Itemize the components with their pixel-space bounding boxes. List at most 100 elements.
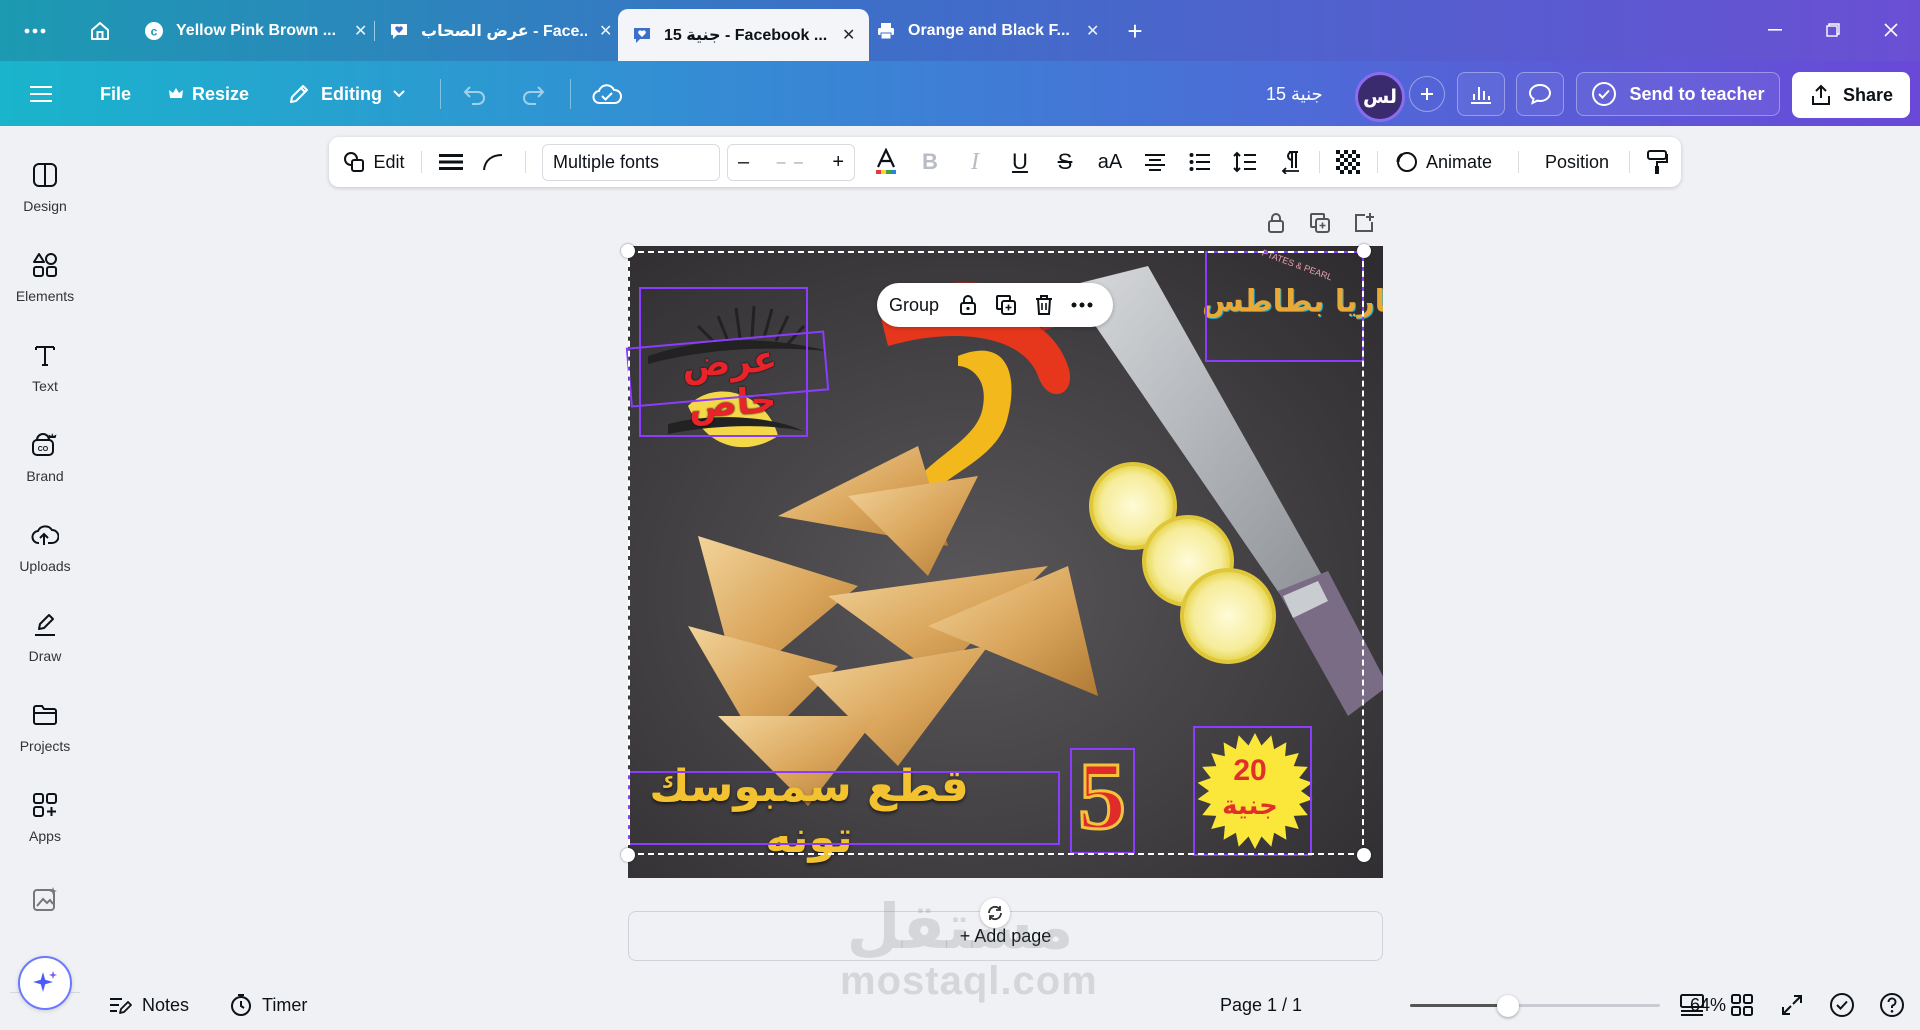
share-button[interactable]: Share	[1792, 72, 1910, 118]
rail-label: Text	[32, 378, 58, 394]
user-avatar[interactable]: لس	[1355, 72, 1405, 122]
edit-button[interactable]: Edit	[339, 137, 409, 187]
magic-media-icon[interactable]	[0, 876, 90, 916]
pencil-icon	[290, 85, 308, 103]
transparency-icon[interactable]	[1328, 137, 1368, 187]
resize-handle[interactable]	[621, 244, 635, 258]
rail-item-projects[interactable]: Projects	[0, 692, 90, 772]
design-icon	[30, 160, 60, 190]
restore-icon[interactable]	[1817, 14, 1849, 46]
rail-item-draw[interactable]: Draw	[0, 602, 90, 682]
zoom-slider[interactable]	[1410, 995, 1660, 1017]
line-spacing-icon[interactable]	[1225, 137, 1265, 187]
timer-button[interactable]: Timer	[230, 980, 307, 1030]
browser-tab-active[interactable]: 15 جنية - Facebook ... ✕	[618, 9, 870, 61]
align-center-icon[interactable]	[1135, 137, 1175, 187]
letter-case-icon[interactable]: aA	[1090, 137, 1130, 187]
font-size-value[interactable]: – –	[777, 154, 805, 172]
browser-tab[interactable]: Orange and Black F... ✕	[862, 9, 1113, 53]
font-size-stepper[interactable]: – – – +	[727, 144, 855, 181]
main-menu-icon[interactable]	[30, 73, 52, 115]
text-color-icon[interactable]	[866, 137, 906, 187]
trash-icon[interactable]	[1025, 283, 1063, 327]
lock-icon[interactable]	[949, 283, 987, 327]
tab-close-icon[interactable]: ✕	[354, 21, 367, 41]
comments-icon[interactable]	[1516, 72, 1564, 116]
selected-element-product-text[interactable]	[628, 771, 1060, 845]
add-collaborator-icon[interactable]	[1409, 76, 1445, 112]
tab-close-icon[interactable]: ✕	[1086, 21, 1099, 41]
resize-handle[interactable]	[1357, 244, 1371, 258]
rail-label: Design	[23, 198, 67, 214]
home-icon[interactable]	[83, 14, 117, 48]
resize-handle[interactable]	[621, 848, 635, 862]
document-title[interactable]: 15 جنية	[1266, 73, 1323, 115]
file-menu[interactable]: File	[100, 73, 131, 115]
browser-menu-icon[interactable]	[18, 14, 52, 48]
selected-element-quantity[interactable]	[1070, 748, 1135, 854]
editing-mode-button[interactable]: Editing	[287, 73, 406, 115]
insights-icon[interactable]	[1457, 72, 1505, 116]
resize-button[interactable]: Resize	[168, 73, 249, 115]
text-direction-icon[interactable]	[1270, 137, 1310, 187]
bold-icon[interactable]: B	[910, 137, 950, 187]
rail-item-brand[interactable]: CO Brand	[0, 422, 90, 502]
help-icon[interactable]	[1877, 990, 1907, 1020]
share-label: Share	[1842, 84, 1894, 105]
animate-button[interactable]: Animate	[1387, 137, 1499, 187]
group-button[interactable]: Group	[889, 295, 939, 316]
selected-element-price[interactable]	[1193, 726, 1312, 856]
svg-text:CO: CO	[38, 446, 49, 453]
font-family-dropdown[interactable]: Multiple fonts	[542, 144, 720, 181]
position-button[interactable]: Position	[1527, 137, 1627, 187]
undo-icon[interactable]	[462, 73, 488, 115]
page-indicator[interactable]: Page 1 / 1	[1220, 980, 1302, 1030]
rail-item-elements[interactable]: Elements	[0, 242, 90, 322]
notes-button[interactable]: Notes	[108, 980, 189, 1030]
add-page-icon[interactable]	[1350, 209, 1378, 237]
italic-icon[interactable]: I	[955, 137, 995, 187]
rail-item-apps[interactable]: Apps	[0, 782, 90, 862]
more-options-icon[interactable]	[1063, 283, 1101, 327]
check-status-icon[interactable]	[1827, 990, 1857, 1020]
bulleted-list-icon[interactable]	[1180, 137, 1220, 187]
tab-title: Orange and Black F...	[908, 22, 1070, 39]
lock-page-icon[interactable]	[1262, 209, 1290, 237]
underline-icon[interactable]: U	[1000, 137, 1040, 187]
chevron-down-icon	[393, 90, 405, 98]
font-size-increase[interactable]: +	[832, 151, 844, 174]
window-close-icon[interactable]	[1875, 14, 1907, 46]
browser-tab[interactable]: c Yellow Pink Brown ... ✕	[130, 9, 381, 53]
magic-assistant-button[interactable]	[18, 956, 72, 1010]
selected-element-logo[interactable]	[1205, 251, 1364, 362]
timer-icon	[231, 994, 251, 1016]
zoom-slider-knob[interactable]	[1496, 995, 1519, 1017]
rail-item-uploads[interactable]: Uploads	[0, 512, 90, 592]
duplicate-page-icon[interactable]	[1306, 209, 1334, 237]
font-size-decrease[interactable]: –	[738, 151, 749, 174]
duplicate-icon[interactable]	[987, 283, 1025, 327]
copy-style-icon[interactable]	[1637, 137, 1677, 187]
send-to-teacher-button[interactable]: Send to teacher	[1576, 72, 1780, 116]
rail-label: Elements	[15, 288, 75, 304]
draw-icon	[30, 610, 60, 640]
line-weight-icon[interactable]	[431, 137, 471, 187]
redo-icon[interactable]	[520, 73, 546, 115]
tab-close-icon[interactable]: ✕	[842, 25, 855, 45]
tab-close-icon[interactable]: ✕	[599, 21, 612, 41]
curve-text-icon[interactable]	[473, 137, 513, 187]
rail-item-text[interactable]: Text	[0, 332, 90, 412]
rail-item-design[interactable]: Design	[0, 152, 90, 232]
browser-tab[interactable]: عرض الصحاب - Face... ✕	[375, 9, 626, 53]
fullscreen-icon[interactable]	[1777, 990, 1807, 1020]
page-list-view-icon[interactable]	[1677, 990, 1707, 1020]
minimize-icon[interactable]	[1759, 14, 1791, 46]
cloud-saved-icon[interactable]	[592, 73, 622, 115]
new-tab-button[interactable]: +	[1118, 14, 1152, 48]
strikethrough-icon[interactable]: S	[1045, 137, 1085, 187]
toolbar-divider	[1629, 151, 1630, 173]
refresh-icon[interactable]	[980, 898, 1010, 928]
grid-view-icon[interactable]	[1727, 990, 1757, 1020]
resize-handle[interactable]	[1357, 848, 1371, 862]
left-side-panel: Design Elements Text CO Brand Uploads Dr…	[0, 126, 90, 1030]
